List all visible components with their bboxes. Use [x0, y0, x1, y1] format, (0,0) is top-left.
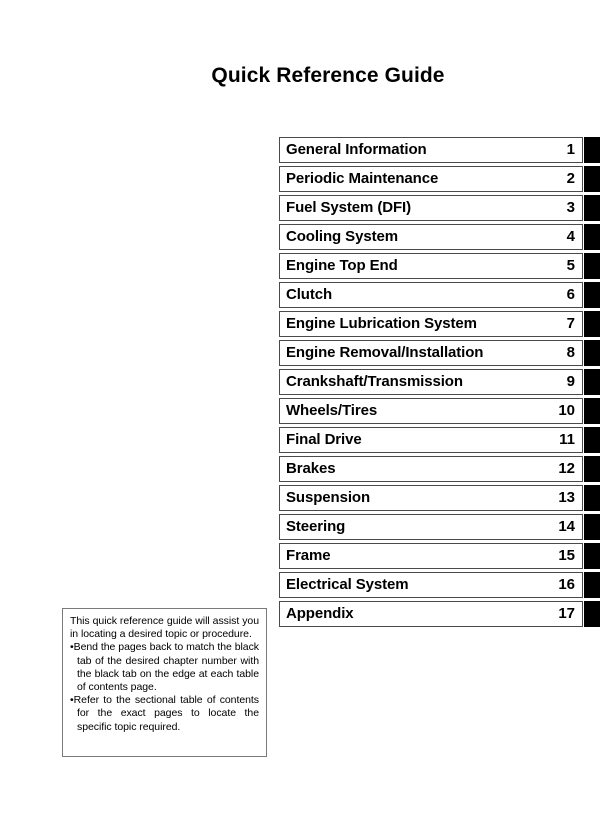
chapter-row[interactable]: Frame 15 [279, 543, 600, 569]
chapter-box[interactable]: Steering 14 [279, 514, 583, 540]
chapter-black-tab [584, 485, 600, 511]
chapter-row[interactable]: Steering 14 [279, 514, 600, 540]
chapter-black-tab [584, 398, 600, 424]
note-bullet-item: •Refer to the sectional table of content… [70, 694, 259, 734]
chapter-number: 1 [566, 141, 575, 158]
chapter-black-tab [584, 456, 600, 482]
chapter-row[interactable]: Appendix 17 [279, 601, 600, 627]
chapter-row[interactable]: Electrical System 16 [279, 572, 600, 598]
chapter-row[interactable]: Engine Removal/Installation 8 [279, 340, 600, 366]
chapter-box[interactable]: Clutch 6 [279, 282, 583, 308]
chapter-number: 9 [566, 373, 575, 390]
chapter-row[interactable]: Periodic Maintenance 2 [279, 166, 600, 192]
chapter-number: 10 [558, 402, 575, 419]
usage-note-box: This quick reference guide will assist y… [62, 608, 267, 757]
chapter-label: Brakes [286, 460, 336, 477]
chapter-number: 12 [558, 460, 575, 477]
chapter-black-tab [584, 195, 600, 221]
note-bullet-text: Bend the pages back to match the black t… [73, 641, 259, 694]
chapter-box[interactable]: Frame 15 [279, 543, 583, 569]
chapter-row[interactable]: Engine Lubrication System 7 [279, 311, 600, 337]
chapter-label: Suspension [286, 489, 371, 506]
chapter-box[interactable]: General Information 1 [279, 137, 583, 163]
chapter-box[interactable]: Wheels/Tires 10 [279, 398, 583, 424]
chapter-label: General Information [286, 141, 427, 158]
chapter-box[interactable]: Final Drive 11 [279, 427, 583, 453]
chapter-black-tab [584, 224, 600, 250]
chapter-number: 4 [566, 228, 575, 245]
chapter-box[interactable]: Engine Top End 5 [279, 253, 583, 279]
chapter-number: 5 [566, 257, 575, 274]
chapter-black-tab [584, 166, 600, 192]
chapter-label: Engine Removal/Installation [286, 344, 484, 361]
chapter-row[interactable]: Crankshaft/Transmission 9 [279, 369, 600, 395]
chapter-black-tab [584, 137, 600, 163]
chapter-label: Electrical System [286, 576, 409, 593]
chapter-box[interactable]: Fuel System (DFI) 3 [279, 195, 583, 221]
chapter-row[interactable]: Fuel System (DFI) 3 [279, 195, 600, 221]
chapter-row[interactable]: Cooling System 4 [279, 224, 600, 250]
chapter-row[interactable]: Wheels/Tires 10 [279, 398, 600, 424]
chapter-black-tab [584, 369, 600, 395]
chapter-number: 13 [558, 489, 575, 506]
chapter-black-tab [584, 572, 600, 598]
chapter-black-tab [584, 253, 600, 279]
page-title: Quick Reference Guide [211, 64, 445, 87]
chapter-row[interactable]: Final Drive 11 [279, 427, 600, 453]
chapter-label: Final Drive [286, 431, 362, 448]
chapter-black-tab [584, 514, 600, 540]
chapter-label: Crankshaft/Transmission [286, 373, 463, 390]
chapter-box[interactable]: Crankshaft/Transmission 9 [279, 369, 583, 395]
chapter-row[interactable]: Suspension 13 [279, 485, 600, 511]
chapter-label: Engine Top End [286, 257, 398, 274]
chapter-box[interactable]: Suspension 13 [279, 485, 583, 511]
chapter-label: Appendix [286, 605, 354, 622]
chapter-label: Frame [286, 547, 331, 564]
chapter-label: Steering [286, 518, 346, 535]
chapter-box[interactable]: Electrical System 16 [279, 572, 583, 598]
chapter-black-tab [584, 543, 600, 569]
note-intro-text: This quick reference guide will assist y… [70, 615, 259, 641]
chapter-index-list: General Information 1 Periodic Maintenance… [279, 137, 600, 630]
chapter-number: 17 [558, 605, 575, 622]
chapter-label: Clutch [286, 286, 333, 303]
chapter-box[interactable]: Engine Lubrication System 7 [279, 311, 583, 337]
chapter-number: 15 [558, 547, 575, 564]
chapter-number: 2 [566, 170, 575, 187]
chapter-label: Engine Lubrication System [286, 315, 477, 332]
chapter-number: 7 [566, 315, 575, 332]
chapter-box[interactable]: Cooling System 4 [279, 224, 583, 250]
note-bullet-item: •Bend the pages back to match the black … [70, 641, 259, 694]
chapter-label: Periodic Maintenance [286, 170, 439, 187]
chapter-number: 14 [558, 518, 575, 535]
chapter-black-tab [584, 601, 600, 627]
chapter-number: 16 [558, 576, 575, 593]
chapter-box[interactable]: Appendix 17 [279, 601, 583, 627]
chapter-box[interactable]: Engine Removal/Installation 8 [279, 340, 583, 366]
chapter-number: 8 [566, 344, 575, 361]
chapter-label: Wheels/Tires [286, 402, 378, 419]
chapter-row[interactable]: Clutch 6 [279, 282, 600, 308]
chapter-label: Fuel System (DFI) [286, 199, 411, 216]
chapter-box[interactable]: Periodic Maintenance 2 [279, 166, 583, 192]
note-bullet-text: Refer to the sectional table of contents… [73, 694, 259, 733]
document-page: Quick Reference Guide General Informatio… [0, 0, 600, 829]
chapter-row[interactable]: Brakes 12 [279, 456, 600, 482]
chapter-black-tab [584, 340, 600, 366]
chapter-black-tab [584, 282, 600, 308]
chapter-number: 11 [559, 431, 575, 448]
chapter-black-tab [584, 311, 600, 337]
chapter-black-tab [584, 427, 600, 453]
chapter-box[interactable]: Brakes 12 [279, 456, 583, 482]
chapter-row[interactable]: Engine Top End 5 [279, 253, 600, 279]
chapter-number: 6 [566, 286, 575, 303]
chapter-row[interactable]: General Information 1 [279, 137, 600, 163]
chapter-label: Cooling System [286, 228, 398, 245]
chapter-number: 3 [566, 199, 575, 216]
